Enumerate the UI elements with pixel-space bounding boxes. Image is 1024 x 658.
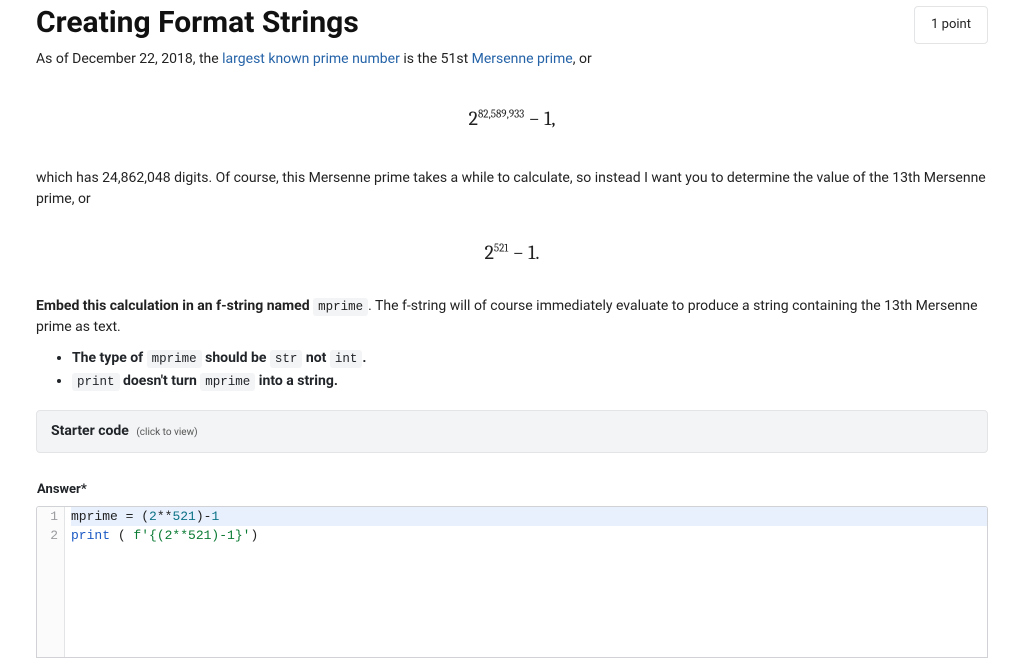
tok-open: (	[110, 528, 133, 543]
b1-code-int: int	[330, 350, 363, 368]
line-number-1: 1	[37, 507, 58, 526]
code-mprime: mprime	[313, 298, 368, 316]
formula-exponent: 82,589,933	[478, 107, 524, 120]
link-largest-prime[interactable]: largest known prime number	[222, 51, 400, 67]
tok-fstring: f'{(2**521)-1}'	[133, 528, 250, 543]
starter-code-expander[interactable]: Starter code (click to view)	[36, 410, 988, 453]
tok-close-paren: )	[250, 528, 258, 543]
formula-tail: − 1,	[524, 107, 555, 130]
b1-mid: should be	[202, 350, 270, 366]
page-title: Creating Format Strings	[36, 0, 359, 45]
b1-code-str: str	[270, 350, 303, 368]
starter-hint: (click to view)	[136, 427, 197, 438]
page-root: Creating Format Strings 1 point As of De…	[0, 0, 1024, 646]
intro-paragraph: As of December 22, 2018, the largest kno…	[36, 49, 988, 70]
answer-block: Answer* 1 2 mprime = (2**521)-1 print ( …	[36, 479, 988, 658]
bullet-print: print doesn't turn mprime into a string.	[72, 371, 988, 392]
answer-label: Answer*	[37, 480, 87, 500]
tok-pow: **	[157, 509, 173, 524]
b2-code-print: print	[72, 373, 120, 391]
code-line-1[interactable]: mprime = (2**521)-1	[71, 507, 987, 526]
b2-post: into a string.	[255, 373, 338, 389]
tok-close-minus: )-	[196, 509, 212, 524]
link-mersenne-prime[interactable]: Mersenne prime	[472, 51, 573, 67]
tok-ident: mprime	[71, 509, 126, 524]
formula-small-mersenne: 2521 − 1.	[36, 238, 988, 268]
starter-label: Starter code	[51, 423, 129, 439]
b1-mid2: not	[302, 350, 329, 366]
b2-mid: doesn't turn	[120, 373, 201, 389]
b1-code-mprime: mprime	[147, 350, 202, 368]
b1-pre: The type of	[72, 350, 147, 366]
b1-post: .	[362, 350, 366, 366]
b2-code-mprime: mprime	[200, 373, 255, 391]
intro-text-mid: is the 51st	[400, 51, 472, 67]
intro-text-suffix: , or	[573, 51, 592, 67]
editor-content[interactable]: mprime = (2**521)-1 print ( f'{(2**521)-…	[65, 507, 987, 657]
tok-num-1: 1	[211, 509, 219, 524]
tok-num-521: 521	[172, 509, 195, 524]
tok-num-2: 2	[149, 509, 157, 524]
paragraph-embed: Embed this calculation in an f-string na…	[36, 296, 988, 338]
tok-eq: = (	[126, 509, 149, 524]
tok-print: print	[71, 528, 110, 543]
title-row: Creating Format Strings 1 point	[36, 0, 988, 49]
formula-large-mersenne: 282,589,933 − 1,	[36, 104, 988, 134]
formula-base: 2	[469, 107, 478, 130]
embed-strong: Embed this calculation in an f-string na…	[36, 298, 313, 314]
intro-text-prefix: As of December 22, 2018, the	[36, 51, 222, 67]
editor-gutter: 1 2	[37, 507, 65, 657]
line-number-2: 2	[37, 526, 58, 545]
code-editor[interactable]: 1 2 mprime = (2**521)-1 print ( f'{(2**5…	[36, 506, 988, 658]
bullet-list: The type of mprime should be str not int…	[36, 348, 988, 392]
paragraph-digits: which has 24,862,048 digits. Of course, …	[36, 168, 988, 210]
formula2-base: 2	[484, 241, 493, 264]
bullet-type: The type of mprime should be str not int…	[72, 348, 988, 369]
formula2-tail: − 1.	[508, 241, 539, 264]
points-badge: 1 point	[914, 6, 988, 44]
code-line-2[interactable]: print ( f'{(2**521)-1}')	[71, 526, 987, 545]
formula2-exponent: 521	[494, 241, 508, 254]
